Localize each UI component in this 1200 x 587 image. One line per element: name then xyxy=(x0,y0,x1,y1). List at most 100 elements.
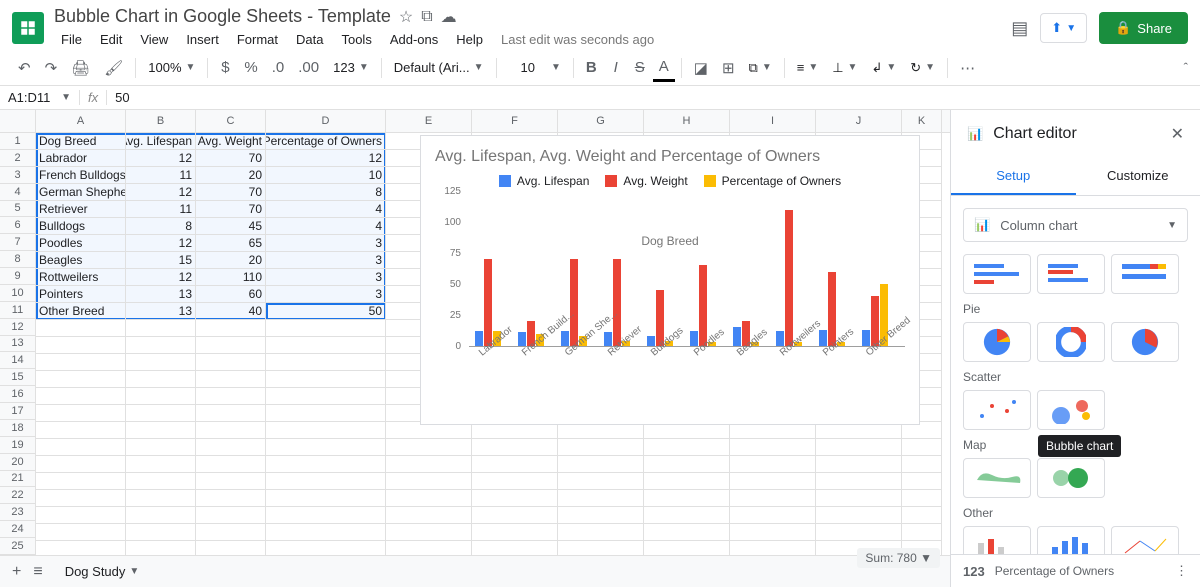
cell[interactable] xyxy=(36,541,126,555)
cell[interactable] xyxy=(36,337,126,354)
cell[interactable] xyxy=(266,490,386,507)
cell[interactable] xyxy=(126,541,196,555)
col-header[interactable]: K xyxy=(902,110,942,132)
footer-more-icon[interactable]: ⋮ xyxy=(1175,563,1188,579)
cell[interactable] xyxy=(36,524,126,541)
cell[interactable] xyxy=(266,320,386,337)
cell[interactable] xyxy=(126,405,196,422)
cell[interactable] xyxy=(266,337,386,354)
cell[interactable] xyxy=(558,473,644,490)
chart-thumb-other3[interactable] xyxy=(1111,526,1179,554)
cell[interactable] xyxy=(126,422,196,439)
cell[interactable] xyxy=(816,490,902,507)
cell[interactable] xyxy=(266,371,386,388)
cell[interactable] xyxy=(730,541,816,555)
zoom-select[interactable]: 100%▼ xyxy=(142,56,201,79)
status-bar[interactable]: Sum: 780 ▼ xyxy=(857,548,940,568)
cell[interactable]: Retriever xyxy=(36,201,126,218)
cell[interactable] xyxy=(196,507,266,524)
cell[interactable] xyxy=(126,490,196,507)
cell[interactable] xyxy=(36,422,126,439)
tab-setup[interactable]: Setup xyxy=(951,158,1076,195)
cell[interactable] xyxy=(644,439,730,456)
cell[interactable] xyxy=(902,439,942,456)
percent-button[interactable]: % xyxy=(238,55,263,80)
menu-help[interactable]: Help xyxy=(449,29,490,50)
chart-thumb-map1[interactable] xyxy=(963,458,1031,498)
chart-thumb-map2[interactable] xyxy=(1037,458,1105,498)
cell[interactable] xyxy=(644,490,730,507)
row-header[interactable]: 25 xyxy=(0,538,36,555)
cell[interactable] xyxy=(472,439,558,456)
col-header[interactable]: E xyxy=(386,110,472,132)
bold-button[interactable]: B xyxy=(580,55,603,80)
cell[interactable] xyxy=(196,354,266,371)
cell[interactable] xyxy=(730,507,816,524)
fill-color-button[interactable]: ◪ xyxy=(688,55,714,81)
cell[interactable] xyxy=(730,524,816,541)
cell[interactable]: 15 xyxy=(126,252,196,269)
cell[interactable] xyxy=(196,320,266,337)
chart-thumb-bar-h3[interactable] xyxy=(1111,254,1179,294)
cell[interactable] xyxy=(126,354,196,371)
cell[interactable]: 8 xyxy=(126,218,196,235)
cell[interactable] xyxy=(816,456,902,473)
row-header[interactable]: 12 xyxy=(0,319,36,336)
cell[interactable]: 11 xyxy=(126,167,196,184)
cell[interactable] xyxy=(386,456,472,473)
formula-input[interactable]: 50 xyxy=(107,90,1200,105)
rotate-button[interactable]: ↻▼ xyxy=(904,56,941,80)
cell[interactable]: 11 xyxy=(126,201,196,218)
col-header[interactable]: D xyxy=(266,110,386,132)
cell[interactable] xyxy=(126,507,196,524)
row-header[interactable]: 1 xyxy=(0,133,36,150)
row-header[interactable]: 8 xyxy=(0,251,36,268)
tab-customize[interactable]: Customize xyxy=(1076,158,1200,195)
cell[interactable] xyxy=(558,490,644,507)
cell[interactable]: Other Breed xyxy=(36,303,126,320)
col-header[interactable]: H xyxy=(644,110,730,132)
cell[interactable] xyxy=(472,541,558,555)
paint-format-button[interactable]: 🖌 xyxy=(98,55,129,81)
col-header[interactable]: J xyxy=(816,110,902,132)
row-header[interactable]: 17 xyxy=(0,403,36,420)
cell[interactable] xyxy=(196,456,266,473)
cell[interactable] xyxy=(816,439,902,456)
menu-view[interactable]: View xyxy=(133,29,175,50)
undo-button[interactable]: ↶ xyxy=(12,55,37,81)
cell[interactable] xyxy=(126,456,196,473)
close-icon[interactable]: ✕ xyxy=(1171,124,1184,144)
cell[interactable]: Percentage of Owners xyxy=(266,133,386,150)
cell[interactable] xyxy=(472,456,558,473)
row-header[interactable]: 5 xyxy=(0,201,36,218)
cell[interactable] xyxy=(36,490,126,507)
chart-thumb-donut[interactable] xyxy=(1037,322,1105,362)
wrap-button[interactable]: ↲▼ xyxy=(865,56,902,80)
cell[interactable] xyxy=(386,507,472,524)
chart-thumb-other2[interactable] xyxy=(1037,526,1105,554)
cell[interactable] xyxy=(36,354,126,371)
chart-thumb-scatter[interactable] xyxy=(963,390,1031,430)
redo-button[interactable]: ↷ xyxy=(39,55,64,81)
cell[interactable] xyxy=(816,524,902,541)
more-button[interactable]: ⋯ xyxy=(954,55,981,81)
cell[interactable]: German Shephe xyxy=(36,184,126,201)
row-header[interactable]: 9 xyxy=(0,268,36,285)
cell[interactable] xyxy=(196,473,266,490)
h-align-button[interactable]: ≡▼ xyxy=(791,56,825,79)
cell[interactable] xyxy=(386,524,472,541)
cell[interactable] xyxy=(196,541,266,555)
cell[interactable] xyxy=(558,456,644,473)
cell[interactable]: 3 xyxy=(266,252,386,269)
row-header[interactable]: 16 xyxy=(0,386,36,403)
cell[interactable] xyxy=(730,490,816,507)
cell[interactable] xyxy=(36,388,126,405)
row-header[interactable]: 24 xyxy=(0,521,36,538)
cell[interactable]: Avg. Weight xyxy=(196,133,266,150)
comments-icon[interactable]: ▤ xyxy=(1011,18,1028,39)
cell[interactable] xyxy=(126,320,196,337)
cell[interactable] xyxy=(266,507,386,524)
select-all-corner[interactable] xyxy=(0,110,36,132)
cell[interactable]: 8 xyxy=(266,184,386,201)
cell[interactable]: Bulldogs xyxy=(36,218,126,235)
